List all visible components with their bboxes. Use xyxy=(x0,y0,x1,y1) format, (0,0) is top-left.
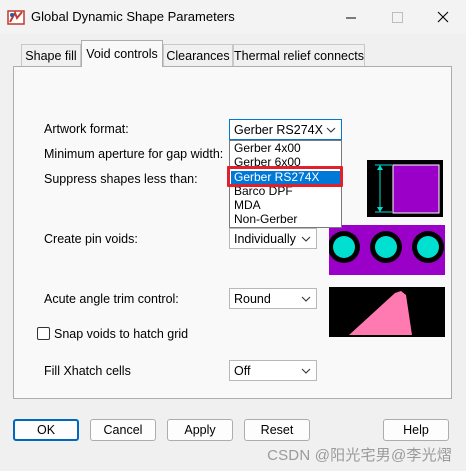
suppress-shapes-preview-image xyxy=(367,160,443,217)
snap-voids-checkbox[interactable] xyxy=(37,327,50,340)
chevron-down-icon xyxy=(301,236,311,242)
artwork-format-select[interactable]: Gerber RS274X xyxy=(229,119,342,140)
close-button[interactable] xyxy=(420,0,466,34)
fill-xhatch-select[interactable]: Off xyxy=(229,360,317,381)
suppress-shapes-label: Suppress shapes less than: xyxy=(44,172,198,186)
dropdown-option[interactable]: Gerber 4x00 xyxy=(231,142,340,155)
minimize-button[interactable] xyxy=(328,0,374,34)
create-pin-voids-select[interactable]: Individually xyxy=(229,228,317,249)
help-button[interactable]: Help xyxy=(383,419,449,441)
artwork-format-value: Gerber RS274X xyxy=(234,122,323,137)
dropdown-option[interactable]: Non-Gerber xyxy=(231,213,340,226)
acute-angle-trim-select[interactable]: Round xyxy=(229,288,317,309)
fill-xhatch-value: Off xyxy=(234,363,251,378)
min-aperture-label: Minimum aperture for gap width: xyxy=(44,147,224,161)
red-highlight-annotation xyxy=(227,166,343,187)
fill-xhatch-label: Fill Xhatch cells xyxy=(44,364,131,378)
maximize-button[interactable] xyxy=(374,0,420,34)
chevron-down-icon xyxy=(301,296,311,302)
acute-angle-preview-image xyxy=(329,287,445,337)
apply-button[interactable]: Apply xyxy=(167,419,233,441)
close-icon xyxy=(437,11,449,23)
create-pin-voids-value: Individually xyxy=(234,231,296,246)
chevron-down-icon xyxy=(326,127,336,133)
create-pin-voids-label: Create pin voids: xyxy=(44,232,138,246)
acute-angle-trim-value: Round xyxy=(234,291,271,306)
reset-button[interactable]: Reset xyxy=(244,419,310,441)
tab-thermal-relief[interactable]: Thermal relief connects xyxy=(233,44,365,66)
maximize-icon xyxy=(391,11,403,23)
dropdown-option[interactable]: MDA xyxy=(231,199,340,212)
artwork-format-label: Artwork format: xyxy=(44,122,129,136)
snap-voids-label: Snap voids to hatch grid xyxy=(54,327,189,341)
chevron-down-icon xyxy=(301,368,311,374)
minimize-icon xyxy=(345,17,356,18)
ok-button[interactable]: OK xyxy=(13,419,79,441)
tab-clearances[interactable]: Clearances xyxy=(163,44,233,66)
pin-voids-preview-image xyxy=(328,225,445,275)
watermark-text: CSDN @阳光宅男@李光熠 xyxy=(267,447,452,464)
window-title: Global Dynamic Shape Parameters xyxy=(31,9,235,24)
acute-angle-trim-label: Acute angle trim control: xyxy=(44,292,179,306)
tab-void-controls[interactable]: Void controls xyxy=(81,40,163,67)
app-icon xyxy=(7,9,25,26)
cancel-button[interactable]: Cancel xyxy=(90,419,156,441)
tab-shape-fill[interactable]: Shape fill xyxy=(21,44,81,66)
